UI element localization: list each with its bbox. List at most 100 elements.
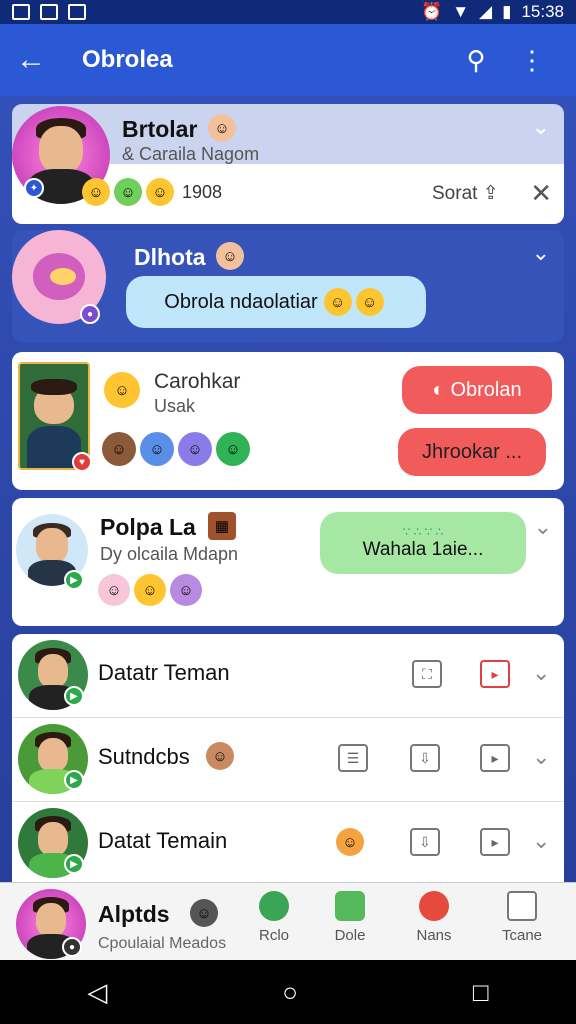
image-icon xyxy=(40,4,58,20)
chevron-down-icon[interactable]: ⌄ xyxy=(534,514,552,540)
nav-item-rclo[interactable]: Rclo xyxy=(236,891,312,944)
emoji-icon: ☺ xyxy=(216,432,250,466)
message-bubble[interactable]: Obrola ndaolatiar ☺ ☺ xyxy=(126,276,426,328)
wifi-icon: ▼ xyxy=(452,2,470,21)
clock: 15:38 xyxy=(521,2,564,21)
emoji-icon: ☺ xyxy=(104,372,140,408)
search-icon[interactable]: ⚲ xyxy=(448,45,504,76)
list-item[interactable]: ▶ Datatr Teman ⛶ ▸ ⌄ xyxy=(12,634,564,718)
arrow-left-icon[interactable]: ← xyxy=(16,45,52,75)
list-item-label: Sutndcbs xyxy=(98,744,190,769)
emoji-icon: ☺ xyxy=(206,742,234,770)
status-badge: ● xyxy=(80,304,100,324)
message-text: Wahala 1aie... xyxy=(362,539,484,560)
signal-icon: ◢ xyxy=(479,2,493,21)
emoji-icon: ☺ xyxy=(355,288,384,316)
emoji-icon: ▦ xyxy=(208,512,236,540)
battery-icon: ▮ xyxy=(502,2,512,21)
status-badge: ▶ xyxy=(64,570,84,590)
jhrookar-button[interactable]: Jhrookar ... xyxy=(398,428,546,476)
chat-card-3[interactable]: ♥ ☺ Carohkar Usak ☺ ☺ ☺ ☺ ◐ Obrolan Jhro… xyxy=(12,352,564,490)
list-item[interactable]: ▶ Datat Temain ☺ ⇩ ▸ ⌄ xyxy=(12,802,564,882)
gallery-icon xyxy=(68,4,86,20)
app-bar: ← Obrolea ⚲ ⋮ xyxy=(0,24,576,96)
download-icon[interactable]: ⇩ xyxy=(410,744,440,772)
gallery-icon[interactable]: ⛶ xyxy=(412,660,442,688)
message-bubble[interactable]: ∵ ∴ ∵ ∴ Wahala 1aie... xyxy=(320,512,526,574)
chevron-down-icon[interactable]: ⌄ xyxy=(532,114,550,140)
reaction-row: ☺ ☺ ☺ ☺ xyxy=(102,432,254,466)
status-badge: ♥ xyxy=(72,452,92,472)
profile-name: Alptds xyxy=(98,901,170,927)
list-item[interactable]: ▶ Sutndcbs ☺ ☰ ⇩ ▸ ⌄ xyxy=(12,718,564,802)
reaction-row: ☺ ☺ ☺ xyxy=(98,574,206,606)
emoji-icon: ☺ xyxy=(178,432,212,466)
download-icon[interactable]: ⇩ xyxy=(410,828,440,856)
nav-item-dole[interactable]: Dole xyxy=(312,891,388,944)
typing-dots: ∵ ∴ ∵ ∴ xyxy=(402,525,444,539)
chat-card-1[interactable]: ✦ Brtolar ☺ & Caraila Nagom ⌄ ☺ ☺ ☺ 1908… xyxy=(12,104,564,224)
nav-item-nans[interactable]: Nans xyxy=(396,891,472,944)
share-icon: ⇪ xyxy=(482,183,499,204)
list-item-label: Datatr Teman xyxy=(98,660,230,685)
sort-label: Sorat xyxy=(432,183,478,204)
status-badge: ▶ xyxy=(64,770,84,790)
obrolan-label: Obrolan xyxy=(450,378,522,401)
list-item-label: Datat Temain xyxy=(98,828,228,853)
video-icon[interactable]: ▸ xyxy=(480,660,510,688)
emoji-icon: ☺ xyxy=(134,574,166,606)
chat-name: Brtolar xyxy=(122,116,198,142)
notification-icon xyxy=(419,891,449,921)
chevron-down-icon[interactable]: ⌄ xyxy=(532,660,550,686)
nav-label: Nans xyxy=(416,927,452,944)
status-bar: ⏰ ▼ ◢ ▮ 15:38 xyxy=(0,0,576,24)
emoji-icon: ☺ xyxy=(82,178,110,206)
chat-name: Dlhota xyxy=(134,244,206,270)
chat-subtitle: Dy olcaila Mdapn xyxy=(100,544,239,564)
video-icon[interactable]: ▸ xyxy=(480,744,510,772)
obrolan-button[interactable]: ◐ Obrolan xyxy=(402,366,552,414)
chat-card-4[interactable]: ▶ Polpa La ▦ Dy olcaila Mdapn ☺ ☺ ☺ ∵ ∴ … xyxy=(12,498,564,626)
emoji-icon: ☺ xyxy=(98,574,130,606)
nav-item-tcane[interactable]: Tcane xyxy=(484,891,560,944)
status-badge: ● xyxy=(62,937,82,957)
page-title: Obrolea xyxy=(82,46,173,73)
notification-icon xyxy=(12,4,30,20)
reaction-count: 1908 xyxy=(182,181,223,202)
emoji-icon: ☺ xyxy=(336,828,364,856)
status-badge: ✦ xyxy=(24,178,44,198)
emoji-icon: ☺ xyxy=(216,242,244,270)
nav-label: Dole xyxy=(334,927,366,944)
close-icon[interactable]: ✕ xyxy=(530,178,552,209)
emoji-icon: ☺ xyxy=(102,432,136,466)
recents-square-icon[interactable]: □ xyxy=(473,977,489,1008)
chat-card-2[interactable]: ● Dlhota ☺ ⌄ Obrola ndaolatiar ☺ ☺ xyxy=(12,230,564,342)
emoji-icon: ☺ xyxy=(140,432,174,466)
status-badge: ▶ xyxy=(64,686,84,706)
emoji-icon: ☺ xyxy=(114,178,142,206)
back-triangle-icon[interactable]: ◁ xyxy=(87,977,107,1008)
sort-button[interactable]: Sorat ⇪ xyxy=(432,182,499,205)
bottom-nav: ● Alptds ☺ Cpoulaial Meados Rclo Dole Na… xyxy=(0,882,576,960)
nav-label: Tcane xyxy=(501,927,543,944)
emoji-icon: ☺ xyxy=(190,899,218,927)
more-vert-icon[interactable]: ⋮ xyxy=(504,45,560,76)
chevron-down-icon[interactable]: ⌄ xyxy=(532,240,550,266)
chat-subtitle: Usak xyxy=(154,396,196,416)
emoji-icon: ☺ xyxy=(146,178,174,206)
chat-subtitle: & Caraila Nagom xyxy=(122,144,260,164)
video-icon[interactable]: ▸ xyxy=(480,828,510,856)
inbox-icon xyxy=(335,891,365,921)
notes-icon[interactable]: ☰ xyxy=(338,744,368,772)
emoji-icon: ☺ xyxy=(170,574,202,606)
emoji-icon: ☺ xyxy=(208,114,236,142)
chat-list: ✦ Brtolar ☺ & Caraila Nagom ⌄ ☺ ☺ ☺ 1908… xyxy=(0,96,576,882)
home-circle-icon[interactable]: ○ xyxy=(282,977,298,1008)
document-icon xyxy=(507,891,537,921)
profile-subtitle: Cpoulaial Meados xyxy=(98,935,227,952)
emoji-icon: ☺ xyxy=(323,288,352,316)
chevron-down-icon[interactable]: ⌄ xyxy=(532,744,550,770)
message-text: Obrola ndaolatiar xyxy=(164,290,318,313)
chevron-down-icon[interactable]: ⌄ xyxy=(532,828,550,854)
globe-icon xyxy=(259,891,289,921)
